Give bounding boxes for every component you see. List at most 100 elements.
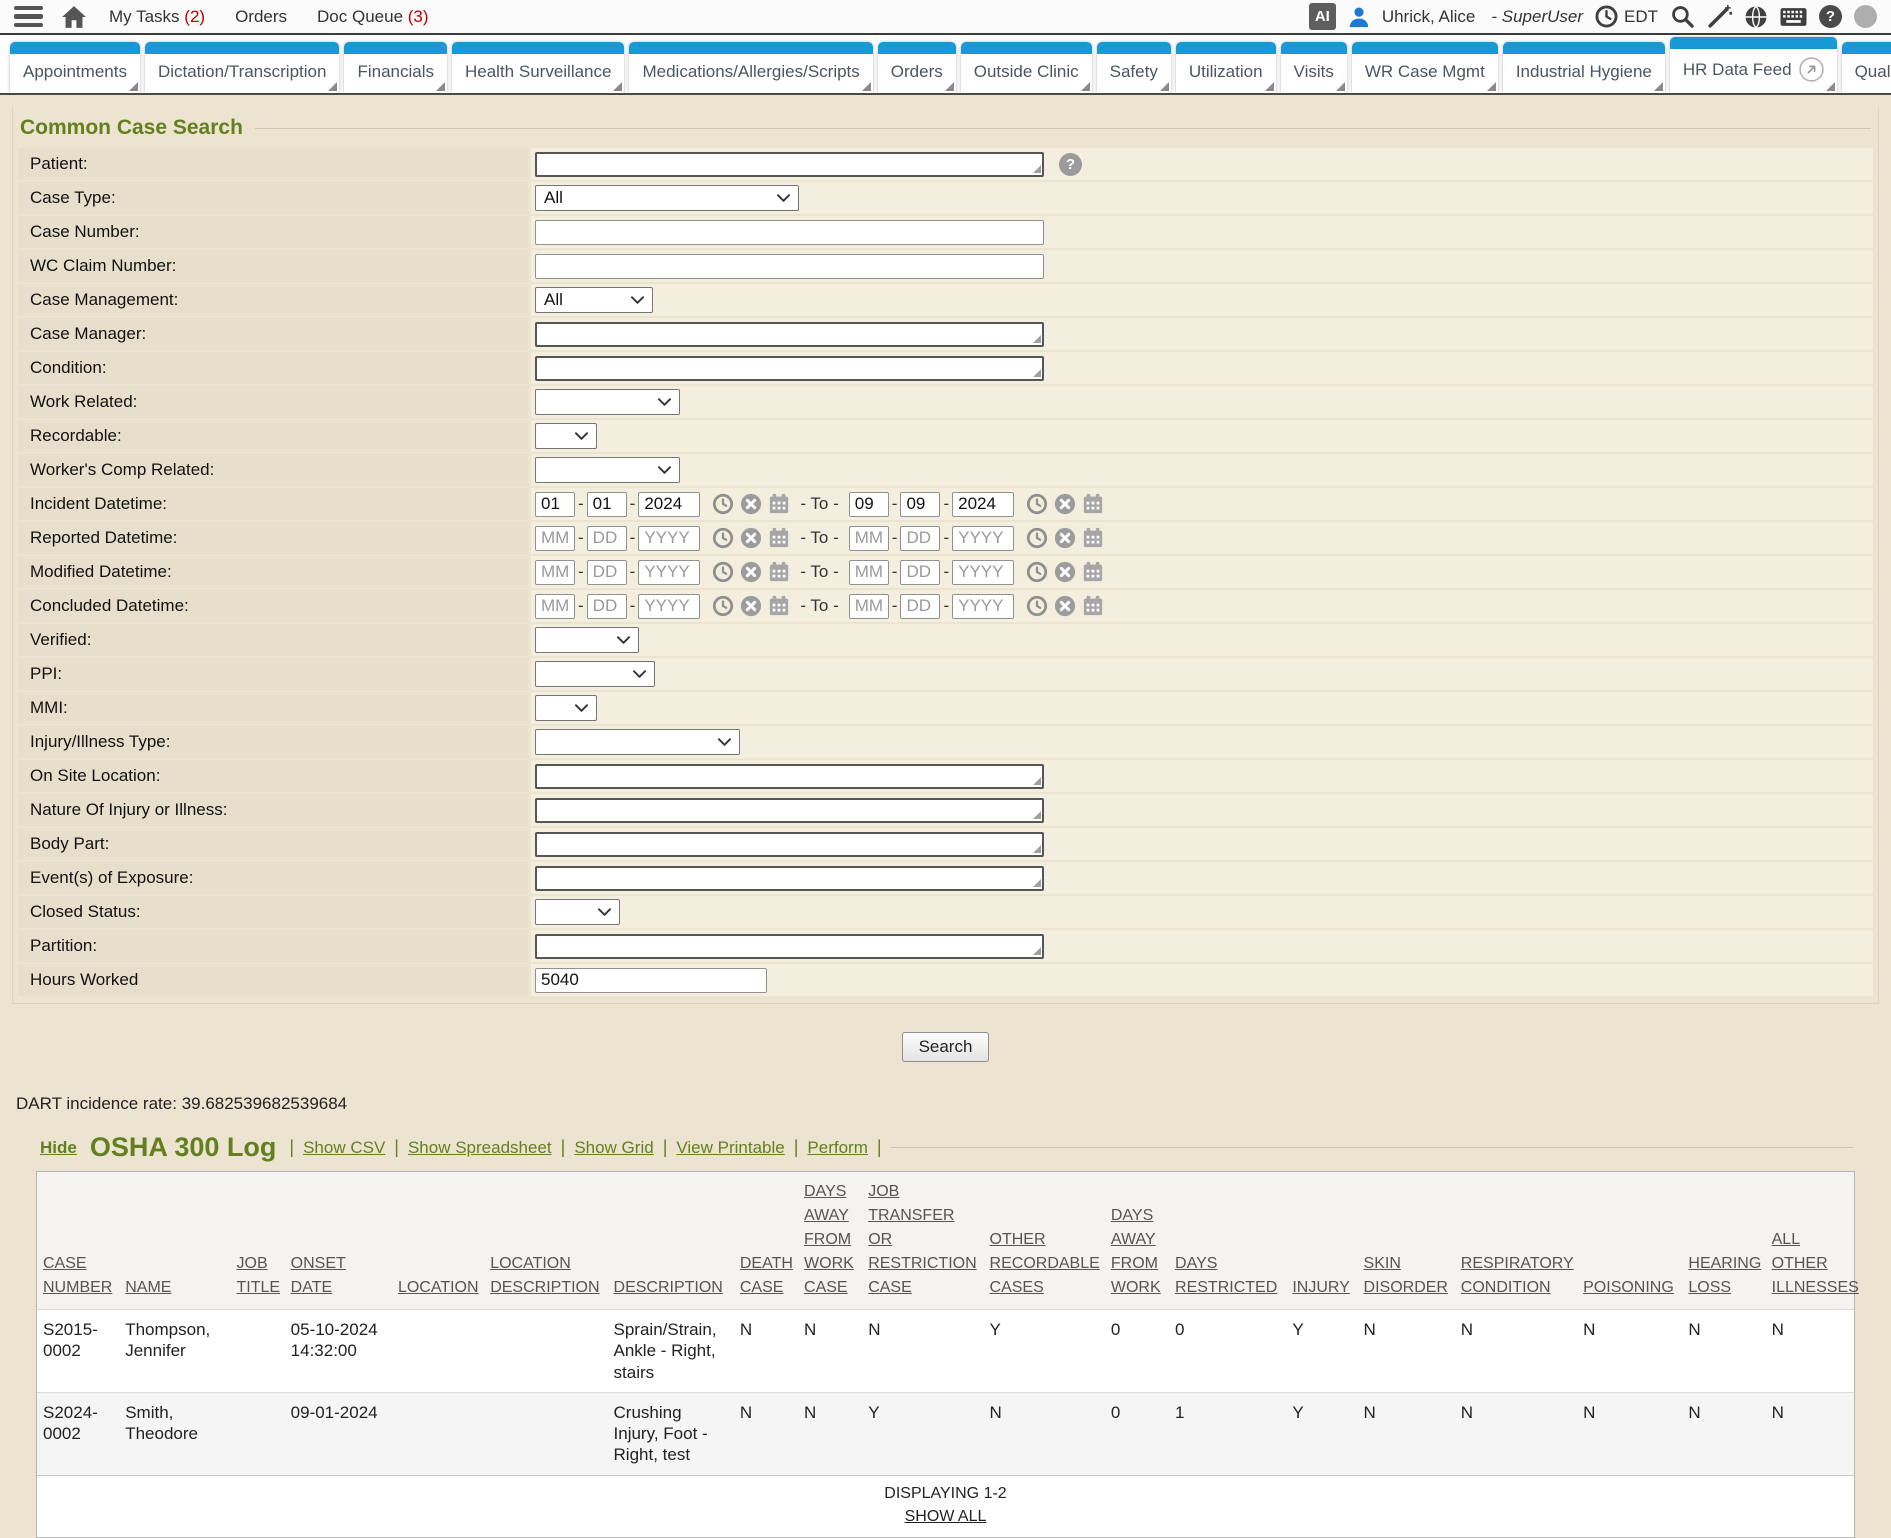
sort-link[interactable]: DAYS AWAY FROM WORK CASE [804, 1183, 854, 1296]
keyboard-icon[interactable] [1780, 7, 1807, 27]
tab-industrial-hygiene[interactable]: Industrial Hygiene [1503, 42, 1665, 93]
sort-link[interactable]: ONSET DATE [291, 1255, 346, 1296]
show-csv-link[interactable]: Show CSV [303, 1138, 385, 1158]
concluded-datetime-from-mm-input[interactable] [535, 594, 575, 619]
sort-link[interactable]: DEATH CASE [740, 1255, 793, 1296]
concluded-datetime-from-yyyy-input[interactable] [638, 594, 700, 619]
clear-date-icon[interactable] [740, 561, 762, 583]
reported-datetime-from-dd-input[interactable] [587, 526, 627, 551]
calendar-icon[interactable] [1082, 595, 1104, 617]
sort-link[interactable]: RESPIRATORY CONDITION [1461, 1255, 1574, 1296]
body-part-input[interactable] [535, 832, 1044, 857]
nature-of-injury-or-illness-input[interactable] [535, 798, 1044, 823]
sort-link[interactable]: DESCRIPTION [614, 1279, 723, 1296]
sort-link[interactable]: LOCATION [398, 1279, 479, 1296]
concluded-datetime-to-yyyy-input[interactable] [952, 594, 1014, 619]
concluded-datetime-to-dd-input[interactable] [900, 594, 940, 619]
nav-orders[interactable]: Orders [235, 7, 287, 27]
sort-link[interactable]: HEARING LOSS [1688, 1255, 1761, 1296]
clear-date-icon[interactable] [1054, 561, 1076, 583]
reported-datetime-to-dd-input[interactable] [900, 526, 940, 551]
sort-link[interactable]: NAME [125, 1279, 171, 1296]
view-printable-link[interactable]: View Printable [676, 1138, 784, 1158]
case-management-select[interactable]: All [535, 287, 653, 313]
work-related-select[interactable] [535, 389, 680, 415]
closed-status-select[interactable] [535, 899, 620, 925]
show-all-link[interactable]: SHOW ALL [905, 1508, 987, 1526]
external-link-icon[interactable] [1799, 57, 1824, 82]
case-manager-input[interactable] [535, 322, 1044, 347]
sort-link[interactable]: POISONING [1583, 1279, 1674, 1296]
time-picker-icon[interactable] [712, 561, 734, 583]
sort-link[interactable]: LOCATION DESCRIPTION [490, 1255, 599, 1296]
ai-badge[interactable]: AI [1309, 3, 1336, 30]
ppi-select[interactable] [535, 661, 655, 687]
time-picker-icon[interactable] [712, 527, 734, 549]
sort-link[interactable]: ALL OTHER ILLNESSES [1772, 1231, 1859, 1296]
modified-datetime-from-dd-input[interactable] [587, 560, 627, 585]
reported-datetime-from-yyyy-input[interactable] [638, 526, 700, 551]
globe-icon[interactable] [1744, 5, 1768, 29]
hours-worked-input[interactable] [535, 968, 767, 993]
sort-link[interactable]: OTHER RECORDABLE CASES [990, 1231, 1100, 1296]
tab-wr-case-mgmt[interactable]: WR Case Mgmt [1352, 42, 1498, 93]
clear-date-icon[interactable] [1054, 527, 1076, 549]
wand-icon[interactable] [1707, 4, 1732, 29]
incident-datetime-to-dd-input[interactable] [900, 492, 940, 517]
case-number-input[interactable] [535, 220, 1044, 245]
sort-link[interactable]: JOB TITLE [237, 1255, 281, 1296]
condition-input[interactable] [535, 356, 1044, 381]
tab-financials[interactable]: Financials [344, 42, 447, 93]
sort-link[interactable]: CASE NUMBER [43, 1255, 112, 1296]
time-picker-icon[interactable] [1026, 493, 1048, 515]
calendar-icon[interactable] [1082, 527, 1104, 549]
patient-input[interactable] [535, 152, 1044, 177]
calendar-icon[interactable] [768, 493, 790, 515]
event-s-of-exposure-input[interactable] [535, 866, 1044, 891]
home-icon[interactable] [61, 5, 87, 29]
calendar-icon[interactable] [768, 527, 790, 549]
modified-datetime-from-mm-input[interactable] [535, 560, 575, 585]
time-picker-icon[interactable] [712, 595, 734, 617]
calendar-icon[interactable] [768, 595, 790, 617]
reported-datetime-from-mm-input[interactable] [535, 526, 575, 551]
modified-datetime-from-yyyy-input[interactable] [638, 560, 700, 585]
incident-datetime-from-mm-input[interactable] [535, 492, 575, 517]
incident-datetime-to-mm-input[interactable] [849, 492, 889, 517]
sort-link[interactable]: INJURY [1292, 1279, 1350, 1296]
nav-doc-queue[interactable]: Doc Queue (3) [317, 7, 429, 27]
calendar-icon[interactable] [1082, 561, 1104, 583]
tab-medications-allergies-scripts[interactable]: Medications/Allergies/Scripts [629, 42, 872, 93]
concluded-datetime-to-mm-input[interactable] [849, 594, 889, 619]
field-help-icon[interactable]: ? [1059, 153, 1082, 176]
sort-link[interactable]: DAYS RESTRICTED [1175, 1255, 1277, 1296]
modified-datetime-to-yyyy-input[interactable] [952, 560, 1014, 585]
show-spreadsheet-link[interactable]: Show Spreadsheet [408, 1138, 552, 1158]
hide-link[interactable]: Hide [40, 1138, 77, 1158]
mmi-select[interactable] [535, 695, 597, 721]
tab-outside-clinic[interactable]: Outside Clinic [961, 42, 1092, 93]
case-type-select[interactable]: All [535, 185, 799, 211]
reported-datetime-to-mm-input[interactable] [849, 526, 889, 551]
sort-link[interactable]: JOB TRANSFER OR RESTRICTION CASE [868, 1183, 976, 1296]
clear-date-icon[interactable] [1054, 595, 1076, 617]
nav-my-tasks[interactable]: My Tasks (2) [109, 7, 205, 27]
clock-icon[interactable] [1595, 5, 1618, 28]
injury-illness-type-select[interactable] [535, 729, 740, 755]
on-site-location-input[interactable] [535, 764, 1044, 789]
clear-date-icon[interactable] [740, 527, 762, 549]
user-name[interactable]: Uhrick, Alice [1382, 7, 1476, 27]
tab-health-surveillance[interactable]: Health Surveillance [452, 42, 624, 93]
tab-safety[interactable]: Safety [1097, 42, 1171, 93]
tab-orders[interactable]: Orders [878, 42, 956, 93]
tab-quality-of-care[interactable]: Quality of Care [1842, 42, 1891, 93]
calendar-icon[interactable] [768, 561, 790, 583]
recordable-select[interactable] [535, 423, 597, 449]
modified-datetime-to-dd-input[interactable] [900, 560, 940, 585]
incident-datetime-from-yyyy-input[interactable] [638, 492, 700, 517]
time-picker-icon[interactable] [1026, 595, 1048, 617]
concluded-datetime-from-dd-input[interactable] [587, 594, 627, 619]
search-icon[interactable] [1670, 4, 1695, 29]
clear-date-icon[interactable] [1054, 493, 1076, 515]
tab-hr-data-feed[interactable]: HR Data Feed [1670, 37, 1837, 93]
